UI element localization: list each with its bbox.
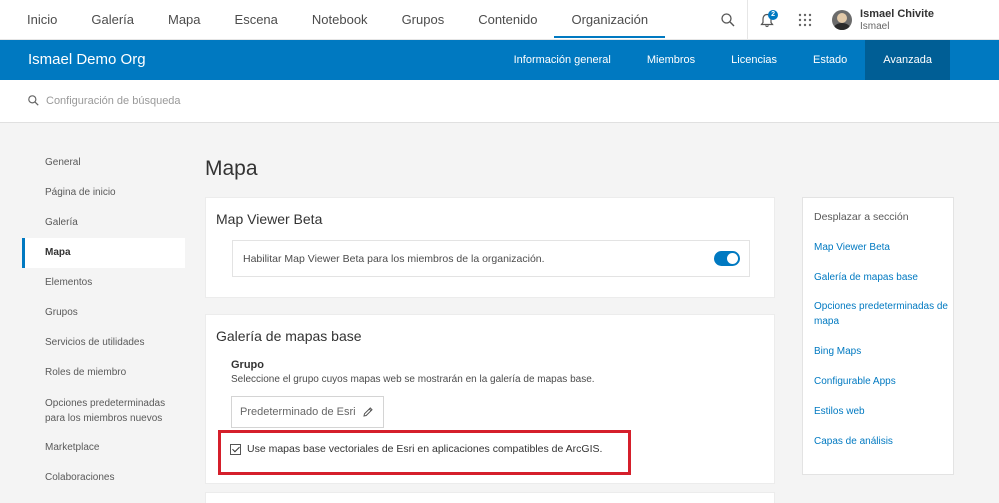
nav-contenido[interactable]: Contenido: [461, 0, 554, 40]
section-title-basemap-gallery: Galería de mapas base: [216, 328, 362, 344]
nav-inicio[interactable]: Inicio: [10, 0, 74, 40]
sidebar-item-mapa[interactable]: Mapa: [22, 238, 185, 268]
org-bar: Ismael Demo Org Información general Miem…: [0, 40, 999, 80]
tab-informacion-general[interactable]: Información general: [496, 40, 629, 80]
search-button[interactable]: [709, 0, 747, 40]
group-label: Grupo: [231, 359, 264, 371]
jump-panel-title: Desplazar a sección: [814, 211, 909, 223]
sidebar-item-elementos[interactable]: Elementos: [22, 268, 185, 298]
sidebar-item-grupos[interactable]: Grupos: [22, 298, 185, 328]
jump-link-galeria-mapas-base[interactable]: Galería de mapas base: [814, 270, 948, 285]
map-viewer-beta-toggle[interactable]: [714, 251, 740, 266]
user-username: Ismael: [860, 20, 890, 32]
settings-search-bar: [0, 80, 999, 123]
basemap-group-selector[interactable]: Predeterminado de Esri: [231, 396, 384, 428]
section-title-map-viewer-beta: Map Viewer Beta: [216, 211, 323, 227]
sidebar-item-servicios-de-utilidades[interactable]: Servicios de utilidades: [22, 328, 185, 358]
nav-organizacion[interactable]: Organización: [554, 0, 665, 40]
search-icon: [28, 95, 39, 106]
sidebar-item-general[interactable]: General: [22, 148, 185, 178]
sidebar-item-colaboraciones[interactable]: Colaboraciones: [22, 463, 185, 493]
basemap-group-value: Predeterminado de Esri: [240, 406, 356, 418]
annotation-highlight-box: [218, 430, 631, 475]
jump-link-map-viewer-beta[interactable]: Map Viewer Beta: [814, 240, 948, 255]
settings-search-input[interactable]: [46, 90, 446, 112]
nav-grupos[interactable]: Grupos: [385, 0, 462, 40]
jump-link-estilos-web[interactable]: Estilos web: [814, 404, 948, 419]
notification-badge: 2: [768, 10, 779, 20]
notifications-button[interactable]: 2: [748, 0, 786, 40]
map-viewer-toggle-row: Habilitar Map Viewer Beta para los miemb…: [232, 240, 750, 277]
sidebar-item-marketplace[interactable]: Marketplace: [22, 433, 185, 463]
nav-mapa[interactable]: Mapa: [151, 0, 218, 40]
tab-avanzada[interactable]: Avanzada: [865, 40, 950, 80]
nav-escena[interactable]: Escena: [218, 0, 295, 40]
jump-link-opciones-predeterminadas[interactable]: Opciones predeterminadas de mapa: [814, 299, 948, 329]
top-nav-right: 2 Ismael Chivite Ismael: [709, 0, 999, 40]
map-viewer-beta-card: Map Viewer Beta Habilitar Map Viewer Bet…: [205, 197, 775, 298]
nav-galeria[interactable]: Galería: [74, 0, 151, 40]
map-viewer-toggle-label: Habilitar Map Viewer Beta para los miemb…: [243, 253, 545, 265]
user-name: Ismael Chivite: [860, 7, 934, 20]
nav-notebook[interactable]: Notebook: [295, 0, 385, 40]
pencil-icon: [363, 407, 373, 417]
tab-miembros[interactable]: Miembros: [629, 40, 713, 80]
avatar: [832, 10, 853, 30]
page-title: Mapa: [205, 157, 258, 180]
sidebar-item-opciones-predeterminadas[interactable]: Opciones predeterminadas para los miembr…: [22, 388, 185, 433]
tab-licencias[interactable]: Licencias: [713, 40, 795, 80]
top-nav: Inicio Galería Mapa Escena Notebook Grup…: [0, 0, 999, 40]
search-icon: [721, 13, 735, 27]
top-nav-links: Inicio Galería Mapa Escena Notebook Grup…: [10, 0, 665, 40]
jump-link-capas-de-analisis[interactable]: Capas de análisis: [814, 434, 948, 449]
sidebar-item-pagina-de-inicio[interactable]: Página de inicio: [22, 178, 185, 208]
tab-estado[interactable]: Estado: [795, 40, 865, 80]
apps-grid-icon: [798, 13, 812, 27]
jump-to-section-panel: Desplazar a sección Map Viewer Beta Gale…: [802, 197, 954, 475]
user-menu[interactable]: Ismael Chivite Ismael: [824, 0, 999, 40]
jump-link-configurable-apps[interactable]: Configurable Apps: [814, 374, 948, 389]
sidebar-item-galeria[interactable]: Galería: [22, 208, 185, 238]
apps-button[interactable]: [786, 0, 824, 40]
sidebar-item-roles-de-miembro[interactable]: Roles de miembro: [22, 358, 185, 388]
jump-link-bing-maps[interactable]: Bing Maps: [814, 344, 948, 359]
org-tabs: Información general Miembros Licencias E…: [496, 40, 950, 80]
group-description: Seleccione el grupo cuyos mapas web se m…: [231, 374, 595, 385]
org-name[interactable]: Ismael Demo Org: [28, 40, 146, 80]
next-section-card: [205, 492, 775, 503]
settings-side-nav: General Página de inicio Galería Mapa El…: [22, 148, 185, 493]
